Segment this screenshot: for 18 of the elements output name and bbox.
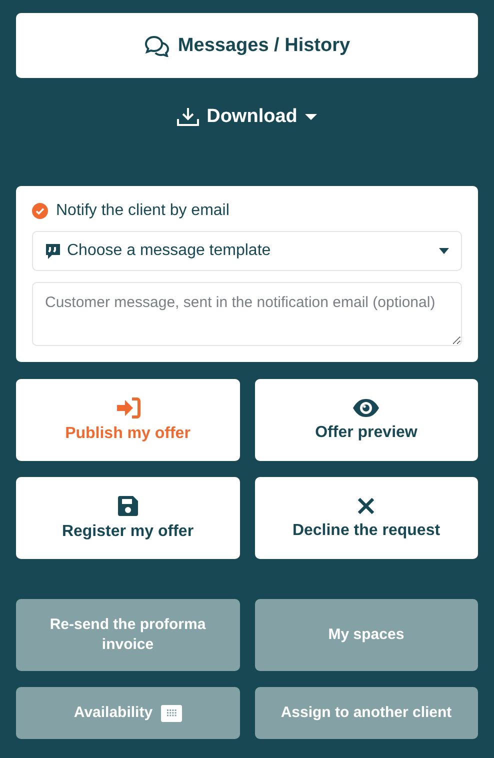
chat-bubbles-icon <box>144 34 170 56</box>
messages-history-button[interactable]: Messages / History <box>16 13 478 78</box>
download-dropdown[interactable]: Download <box>170 102 324 132</box>
close-icon <box>356 496 376 516</box>
caret-icon <box>439 248 449 254</box>
notify-label: Notify the client by email <box>56 202 230 220</box>
download-icon <box>176 107 199 127</box>
caret-icon <box>305 114 318 120</box>
notify-checkbox[interactable] <box>32 203 48 219</box>
sign-in-icon <box>114 397 141 419</box>
action-button[interactable]: Decline the request <box>254 477 478 559</box>
template-select[interactable]: Choose a message template <box>32 231 462 271</box>
eye-icon <box>352 398 380 418</box>
message-field[interactable]: Customer message, sent in the notification email (optional) <box>32 282 462 346</box>
action-button[interactable]: Register my offer <box>16 477 240 559</box>
quote-bubble-icon <box>45 242 61 260</box>
action-button[interactable]: Offer preview <box>254 379 478 461</box>
calendar-icon <box>160 704 182 722</box>
